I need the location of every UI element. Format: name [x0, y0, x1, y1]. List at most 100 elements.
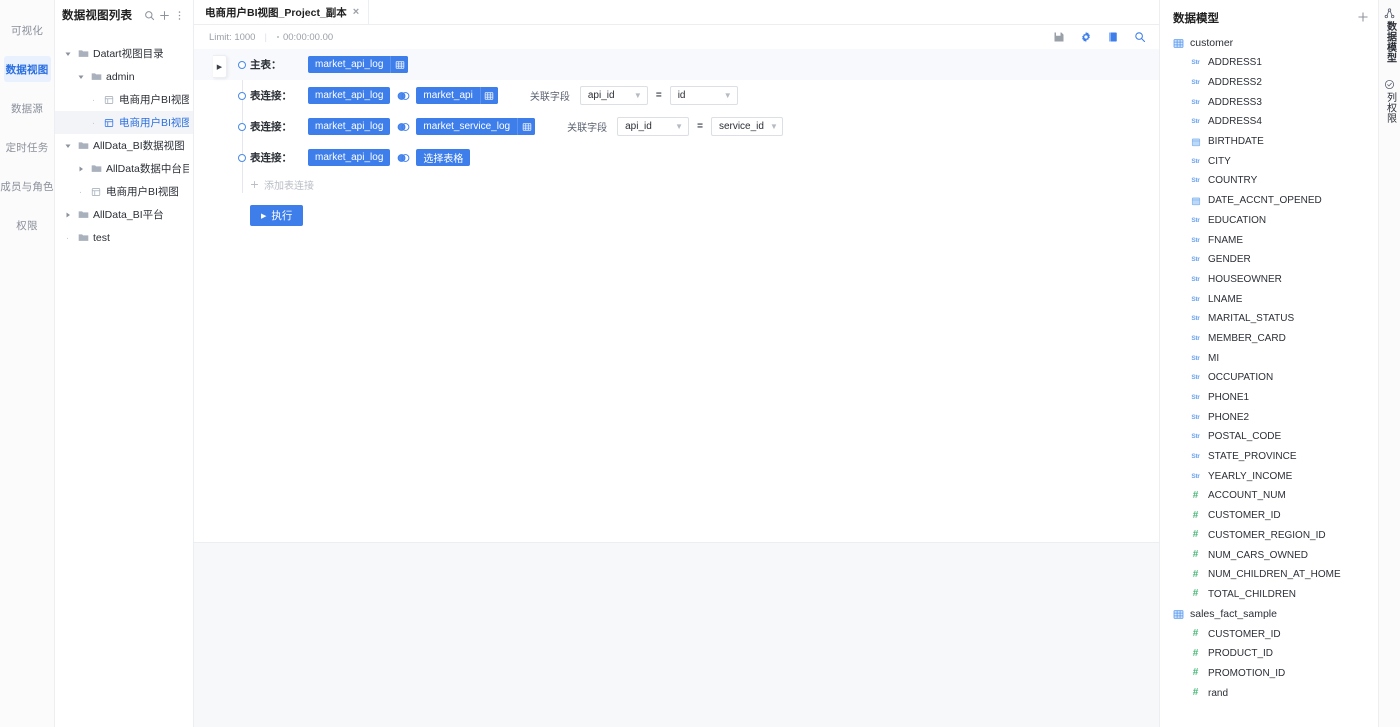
join-left-field-select[interactable]: api_id ▼ [617, 117, 690, 136]
join-right-field-select[interactable]: id ▼ [669, 86, 738, 105]
gear-icon[interactable] [1077, 28, 1095, 46]
model-field-row[interactable]: Str CITY [1160, 151, 1378, 171]
join-left-table-tag[interactable]: market_api_log [308, 118, 391, 135]
model-field-row[interactable]: Str STATE_PROVINCE [1160, 447, 1378, 467]
vtab-column-permission[interactable]: 列权限 [1384, 76, 1396, 127]
model-field-name: HOUSEOWNER [1208, 273, 1282, 285]
join-left-table-tag[interactable]: market_api_log [308, 149, 391, 166]
nav-item-data-view[interactable]: 数据视图 [3, 56, 51, 82]
tree-item[interactable]: admin [55, 65, 193, 88]
tab-data-view[interactable]: 电商用户BI视图_Project_副本 × [194, 0, 370, 24]
nav-item-scheduled-tasks[interactable]: 定时任务 [4, 134, 51, 160]
editor-tabbar: 电商用户BI视图_Project_副本 × [194, 0, 1159, 25]
model-field-row[interactable]: Str ADDRESS4 [1160, 112, 1378, 132]
app-root: 可视化 数据视图 数据源 定时任务 成员与角色 权限 数据视图列表 Datart… [0, 0, 1400, 727]
model-field-name: TOTAL_CHILDREN [1208, 588, 1296, 600]
tree-item[interactable]: AllData_BI平台 [55, 203, 193, 226]
model-field-row[interactable]: Str GENDER [1160, 250, 1378, 270]
book-icon[interactable] [1104, 28, 1122, 46]
model-table-row[interactable]: customer [1160, 33, 1378, 53]
model-field-row[interactable]: # CUSTOMER_ID [1160, 624, 1378, 644]
model-field-row[interactable]: DATE_ACCNT_OPENED [1160, 191, 1378, 211]
plus-icon[interactable] [1357, 11, 1369, 25]
model-table-name: sales_fact_sample [1190, 608, 1277, 621]
limit-label[interactable]: Limit: 1000 [209, 32, 255, 43]
close-icon[interactable]: × [353, 6, 359, 18]
tree-caret-right-icon[interactable] [62, 209, 73, 220]
tree-item[interactable]: AllData_BI数据视图 [55, 134, 193, 157]
venn-join-icon[interactable] [390, 153, 416, 163]
model-field-row[interactable]: Str POSTAL_CODE [1160, 427, 1378, 447]
model-field-row[interactable]: Str HOUSEOWNER [1160, 270, 1378, 290]
tree-item[interactable]: AllData数据中台目录 [55, 157, 193, 180]
model-field-name: PHONE2 [1208, 411, 1250, 423]
model-field-name: rand [1208, 687, 1229, 699]
model-field-row[interactable]: Str PHONE1 [1160, 388, 1378, 408]
string-field-icon: Str [1191, 394, 1200, 402]
select-table-button[interactable]: 选择表格 [416, 149, 471, 166]
nav-item-permissions[interactable]: 权限 [4, 212, 51, 238]
tree-item[interactable]: · test [55, 226, 193, 249]
model-field-row[interactable]: Str PHONE2 [1160, 407, 1378, 427]
string-field-icon: Str [1191, 433, 1200, 441]
model-field-row[interactable]: Str MEMBER_CARD [1160, 329, 1378, 349]
nav-item-visualization[interactable]: 可视化 [4, 17, 51, 43]
model-field-row[interactable]: Str MARITAL_STATUS [1160, 309, 1378, 329]
add-join-button[interactable]: 添加表连接 [250, 177, 1159, 192]
tree-item[interactable]: · 电商用户BI视图_Project [55, 88, 193, 111]
execute-button[interactable]: ▶ 执行 [250, 205, 304, 226]
tree-caret-down-icon[interactable] [62, 140, 73, 151]
model-field-row[interactable]: # CUSTOMER_ID [1160, 506, 1378, 526]
model-field-row[interactable]: Str ADDRESS1 [1160, 53, 1378, 73]
tree-item[interactable]: · 电商用户BI视图_Project_副本 [55, 111, 193, 134]
string-field-icon: Str [1191, 334, 1200, 342]
model-field-row[interactable]: # PROMOTION_ID [1160, 664, 1378, 684]
expand-sidebar-handle[interactable]: ▶ [213, 55, 227, 78]
join-right-field-select[interactable]: service_id ▼ [710, 117, 783, 136]
search-icon[interactable] [142, 8, 157, 23]
model-field-row[interactable]: # ACCOUNT_NUM [1160, 486, 1378, 506]
main-table-tag[interactable]: market_api_log [308, 56, 409, 73]
string-field-icon: Str [1191, 177, 1200, 185]
tree-caret-none: · [91, 116, 96, 129]
join-left-field-select[interactable]: api_id ▼ [579, 86, 648, 105]
tree-caret-down-icon[interactable] [75, 71, 86, 82]
model-field-row[interactable]: Str LNAME [1160, 289, 1378, 309]
view-icon [90, 186, 102, 198]
model-field-row[interactable]: # TOTAL_CHILDREN [1160, 585, 1378, 605]
nav-item-members-roles[interactable]: 成员与角色 [0, 173, 53, 199]
model-field-row[interactable]: Str OCCUPATION [1160, 368, 1378, 388]
tree-item[interactable]: · 电商用户BI视图 [55, 180, 193, 203]
model-field-row[interactable]: Str FNAME [1160, 230, 1378, 250]
model-field-row[interactable]: # CUSTOMER_REGION_ID [1160, 526, 1378, 546]
vtab-data-model[interactable]: 数据模型 [1384, 5, 1396, 66]
model-field-row[interactable]: Str YEARLY_INCOME [1160, 466, 1378, 486]
save-icon[interactable] [1050, 28, 1068, 46]
model-field-row[interactable]: Str ADDRESS2 [1160, 73, 1378, 93]
tree-item[interactable]: Datart视图目录 [55, 42, 193, 65]
search-zoom-icon[interactable] [1131, 28, 1149, 46]
join-right-table-tag[interactable]: market_service_log [416, 118, 536, 135]
model-field-row[interactable]: # rand [1160, 683, 1378, 703]
join-left-table-tag[interactable]: market_api_log [308, 87, 391, 104]
nav-item-data-source[interactable]: 数据源 [4, 95, 51, 121]
tree-caret-down-icon[interactable] [62, 48, 73, 59]
join-right-table-tag[interactable]: market_api [416, 87, 498, 104]
venn-join-icon[interactable] [390, 122, 416, 132]
model-field-row[interactable]: # NUM_CHILDREN_AT_HOME [1160, 565, 1378, 585]
model-field-row[interactable]: # PRODUCT_ID [1160, 644, 1378, 664]
model-field-row[interactable]: # NUM_CARS_OWNED [1160, 545, 1378, 565]
more-icon[interactable] [172, 8, 187, 23]
model-field-row[interactable]: BIRTHDATE [1160, 132, 1378, 152]
execute-label: 执行 [271, 210, 293, 222]
model-field-row[interactable]: Str EDUCATION [1160, 211, 1378, 231]
plus-icon[interactable] [157, 8, 172, 23]
equals-sign: = [697, 121, 703, 132]
venn-join-icon[interactable] [390, 91, 416, 101]
join-row: 表连接： market_api_log market_api 关联字段 api_id ▼ =… [194, 80, 1159, 111]
tree-caret-right-icon[interactable] [75, 163, 86, 174]
model-field-row[interactable]: Str COUNTRY [1160, 171, 1378, 191]
model-field-row[interactable]: Str MI [1160, 348, 1378, 368]
model-field-row[interactable]: Str ADDRESS3 [1160, 92, 1378, 112]
model-table-row[interactable]: sales_fact_sample [1160, 604, 1378, 624]
